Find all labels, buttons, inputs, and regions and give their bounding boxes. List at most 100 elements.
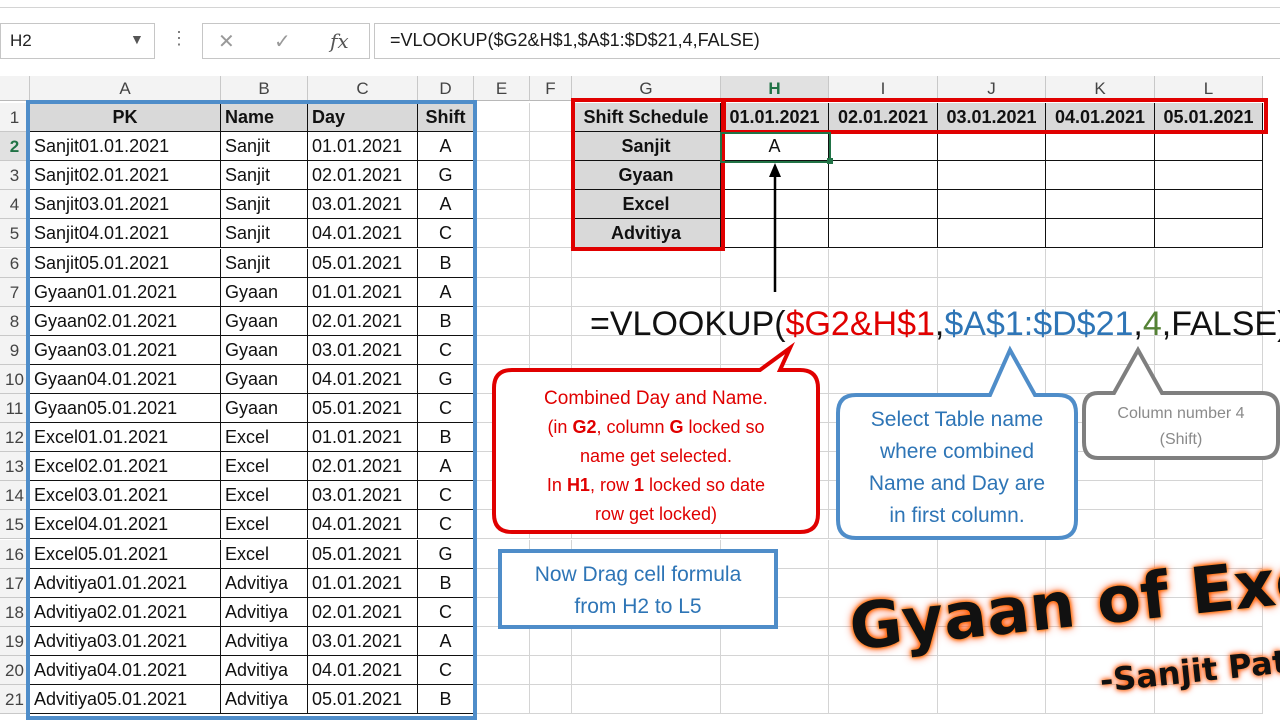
cell[interactable]: [474, 685, 530, 715]
cell[interactable]: [530, 655, 572, 685]
cell[interactable]: [829, 277, 938, 307]
schedule-value-cell[interactable]: [938, 219, 1046, 249]
cell[interactable]: [1155, 277, 1263, 307]
cell[interactable]: [474, 190, 530, 220]
cell[interactable]: [572, 685, 721, 715]
table-range-highlight: [26, 100, 477, 720]
cell[interactable]: [474, 335, 530, 365]
formula-lookup-value: $G2&H$1: [785, 305, 935, 343]
cell[interactable]: [474, 306, 530, 336]
cell[interactable]: [530, 277, 572, 307]
cell[interactable]: [829, 539, 938, 569]
cell[interactable]: [474, 219, 530, 249]
cell[interactable]: [530, 306, 572, 336]
callout-line: where combined: [879, 440, 1035, 463]
callout-line: row get locked): [594, 504, 718, 524]
text: G2: [572, 417, 597, 437]
cell[interactable]: [938, 655, 1046, 685]
cell[interactable]: [1046, 248, 1155, 278]
cell[interactable]: [938, 539, 1046, 569]
select-all-corner[interactable]: [0, 76, 30, 101]
callout-line: Column number 4: [1117, 405, 1245, 422]
schedule-value-cell[interactable]: [1155, 161, 1263, 191]
chevron-down-icon[interactable]: ▼: [130, 31, 144, 47]
cross-icon[interactable]: ✕: [218, 29, 235, 54]
cell[interactable]: [530, 248, 572, 278]
cell[interactable]: [530, 132, 572, 162]
cell[interactable]: [721, 626, 829, 656]
schedule-value-cell[interactable]: [938, 132, 1046, 162]
cell[interactable]: [572, 655, 721, 685]
cell[interactable]: [1155, 364, 1263, 394]
cell[interactable]: [721, 685, 829, 715]
schedule-value-cell[interactable]: [1155, 219, 1263, 249]
cell[interactable]: [938, 364, 1046, 394]
fill-handle[interactable]: [827, 158, 833, 164]
schedule-value-cell[interactable]: [829, 190, 938, 220]
formula-prefix: =VLOOKUP(: [590, 305, 786, 343]
cell[interactable]: [1046, 364, 1155, 394]
cell[interactable]: [474, 655, 530, 685]
callout-line: Now Drag cell formula: [534, 563, 742, 586]
cell[interactable]: [530, 626, 572, 656]
callout-line: (in G2, column G locked so: [498, 413, 814, 442]
schedule-value-cell[interactable]: [1155, 190, 1263, 220]
cell[interactable]: [572, 626, 721, 656]
cell[interactable]: [530, 219, 572, 249]
fx-icon[interactable]: fx: [330, 29, 349, 53]
cell[interactable]: [530, 161, 572, 191]
cell[interactable]: [530, 190, 572, 220]
schedule-value-cell[interactable]: [829, 132, 938, 162]
cell[interactable]: [474, 248, 530, 278]
text: locked so: [683, 417, 765, 437]
cell[interactable]: [1155, 510, 1263, 540]
cell[interactable]: [829, 364, 938, 394]
formula-col-index: 4: [1142, 305, 1162, 343]
cell[interactable]: [829, 248, 938, 278]
cell[interactable]: [474, 277, 530, 307]
schedule-value-cell[interactable]: [829, 161, 938, 191]
cell[interactable]: [474, 626, 530, 656]
check-icon[interactable]: ✓: [274, 29, 291, 54]
column-header-a[interactable]: A: [30, 76, 221, 101]
cell[interactable]: [938, 248, 1046, 278]
schedule-value-cell[interactable]: [1046, 161, 1155, 191]
arrow-up-icon: [769, 163, 781, 292]
column-header-f[interactable]: F: [530, 76, 572, 101]
cell[interactable]: [1155, 452, 1263, 482]
column-header-c[interactable]: C: [308, 76, 418, 101]
ribbon-edge: [0, 0, 1280, 8]
names-highlight-box: [571, 98, 725, 251]
text: (in: [547, 417, 573, 437]
cell[interactable]: [572, 248, 721, 278]
cell[interactable]: [530, 335, 572, 365]
schedule-value-cell[interactable]: [829, 219, 938, 249]
cell[interactable]: [1155, 481, 1263, 511]
schedule-value-cell[interactable]: [1046, 132, 1155, 162]
callout-line: In H1, row 1 locked so date: [498, 471, 814, 500]
cell[interactable]: [829, 685, 938, 715]
schedule-value-cell[interactable]: [1046, 219, 1155, 249]
schedule-value-cell[interactable]: [938, 190, 1046, 220]
column-header-b[interactable]: B: [221, 76, 308, 101]
cell[interactable]: [474, 161, 530, 191]
schedule-value-cell[interactable]: [938, 161, 1046, 191]
cell[interactable]: [1046, 277, 1155, 307]
schedule-value-cell[interactable]: [1046, 190, 1155, 220]
column-header-e[interactable]: E: [474, 76, 530, 101]
more-options-icon[interactable]: ⋮: [170, 28, 188, 49]
schedule-value-cell[interactable]: [1155, 132, 1263, 162]
cell[interactable]: [721, 655, 829, 685]
column-header-d[interactable]: D: [418, 76, 474, 101]
cell[interactable]: [572, 277, 721, 307]
column-number-callout: Column number 4 (Shift): [1088, 401, 1274, 453]
cell[interactable]: [474, 132, 530, 162]
cell[interactable]: [530, 685, 572, 715]
cell[interactable]: [938, 277, 1046, 307]
table-name-callout: Select Table name where combined Name an…: [842, 404, 1072, 532]
cell[interactable]: [530, 103, 572, 133]
text: locked so date: [643, 475, 766, 495]
cell[interactable]: [1155, 248, 1263, 278]
cell[interactable]: [474, 103, 530, 133]
cell[interactable]: [938, 685, 1046, 715]
